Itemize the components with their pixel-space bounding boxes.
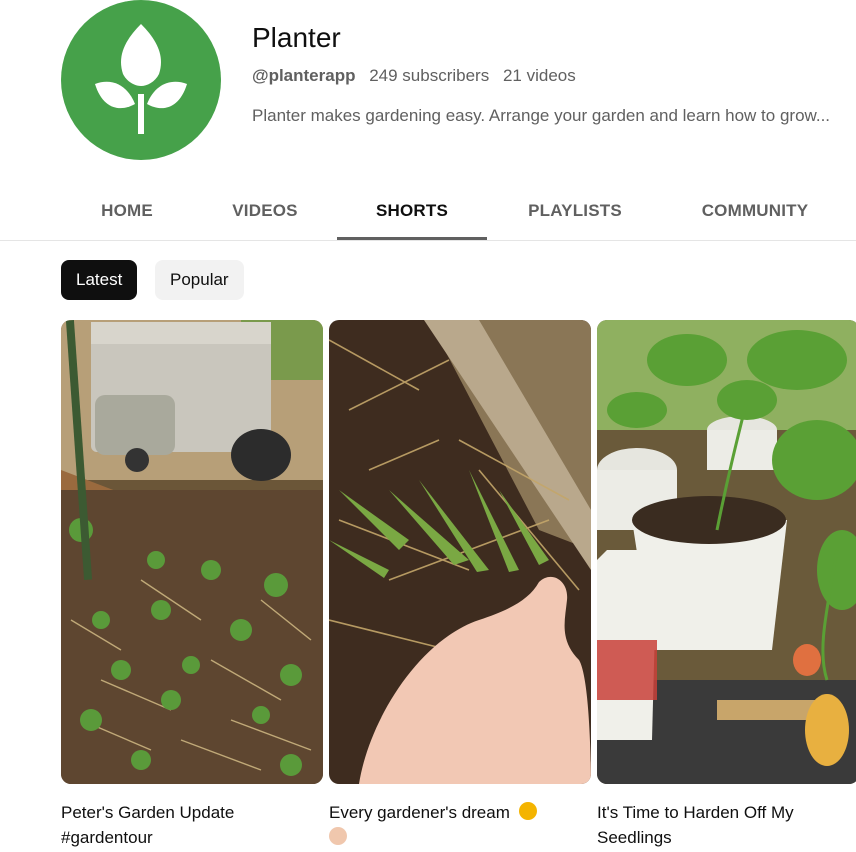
short-title-text: Every gardener's dream [329, 803, 510, 822]
star-struck-emoji-icon [518, 802, 537, 820]
channel-name: Planter [252, 22, 341, 53]
tab-playlists[interactable]: PLAYLISTS [505, 182, 645, 239]
tab-shorts[interactable]: SHORTS [337, 182, 487, 239]
seedlings-hand-image [329, 320, 591, 784]
channel-handle: @planterapp [252, 66, 356, 85]
channel-meta: @planterapp 249 subscribers 21 videos [252, 66, 585, 86]
tab-home[interactable]: HOME [62, 182, 192, 239]
folded-hands-emoji-icon [329, 827, 347, 845]
channel-description[interactable]: Planter makes gardening easy. Arrange yo… [252, 106, 842, 126]
filter-chip-popular[interactable]: Popular [155, 260, 244, 300]
short-title[interactable]: It's Time to Harden Off My Seedlings [597, 800, 856, 850]
planter-logo-icon [95, 24, 187, 134]
active-tab-indicator [337, 237, 487, 240]
filter-chip-latest[interactable]: Latest [61, 260, 138, 300]
short-thumbnail[interactable] [61, 320, 323, 784]
tab-community[interactable]: COMMUNITY [680, 182, 830, 239]
short-title[interactable]: Peter's Garden Update #gardentour [61, 800, 323, 850]
potted-seedlings-image [597, 320, 856, 784]
channel-tabs: HOME VIDEOS SHORTS PLAYLISTS COMMUNITY [0, 182, 856, 241]
short-thumbnail[interactable] [329, 320, 591, 784]
subscriber-count: 249 subscribers [369, 66, 490, 85]
garden-bed-image [61, 320, 323, 784]
channel-avatar[interactable] [61, 0, 221, 160]
short-thumbnail[interactable] [597, 320, 856, 784]
tab-videos[interactable]: VIDEOS [200, 182, 330, 239]
short-title[interactable]: Every gardener's dream [329, 800, 591, 850]
video-count: 21 videos [502, 66, 576, 85]
